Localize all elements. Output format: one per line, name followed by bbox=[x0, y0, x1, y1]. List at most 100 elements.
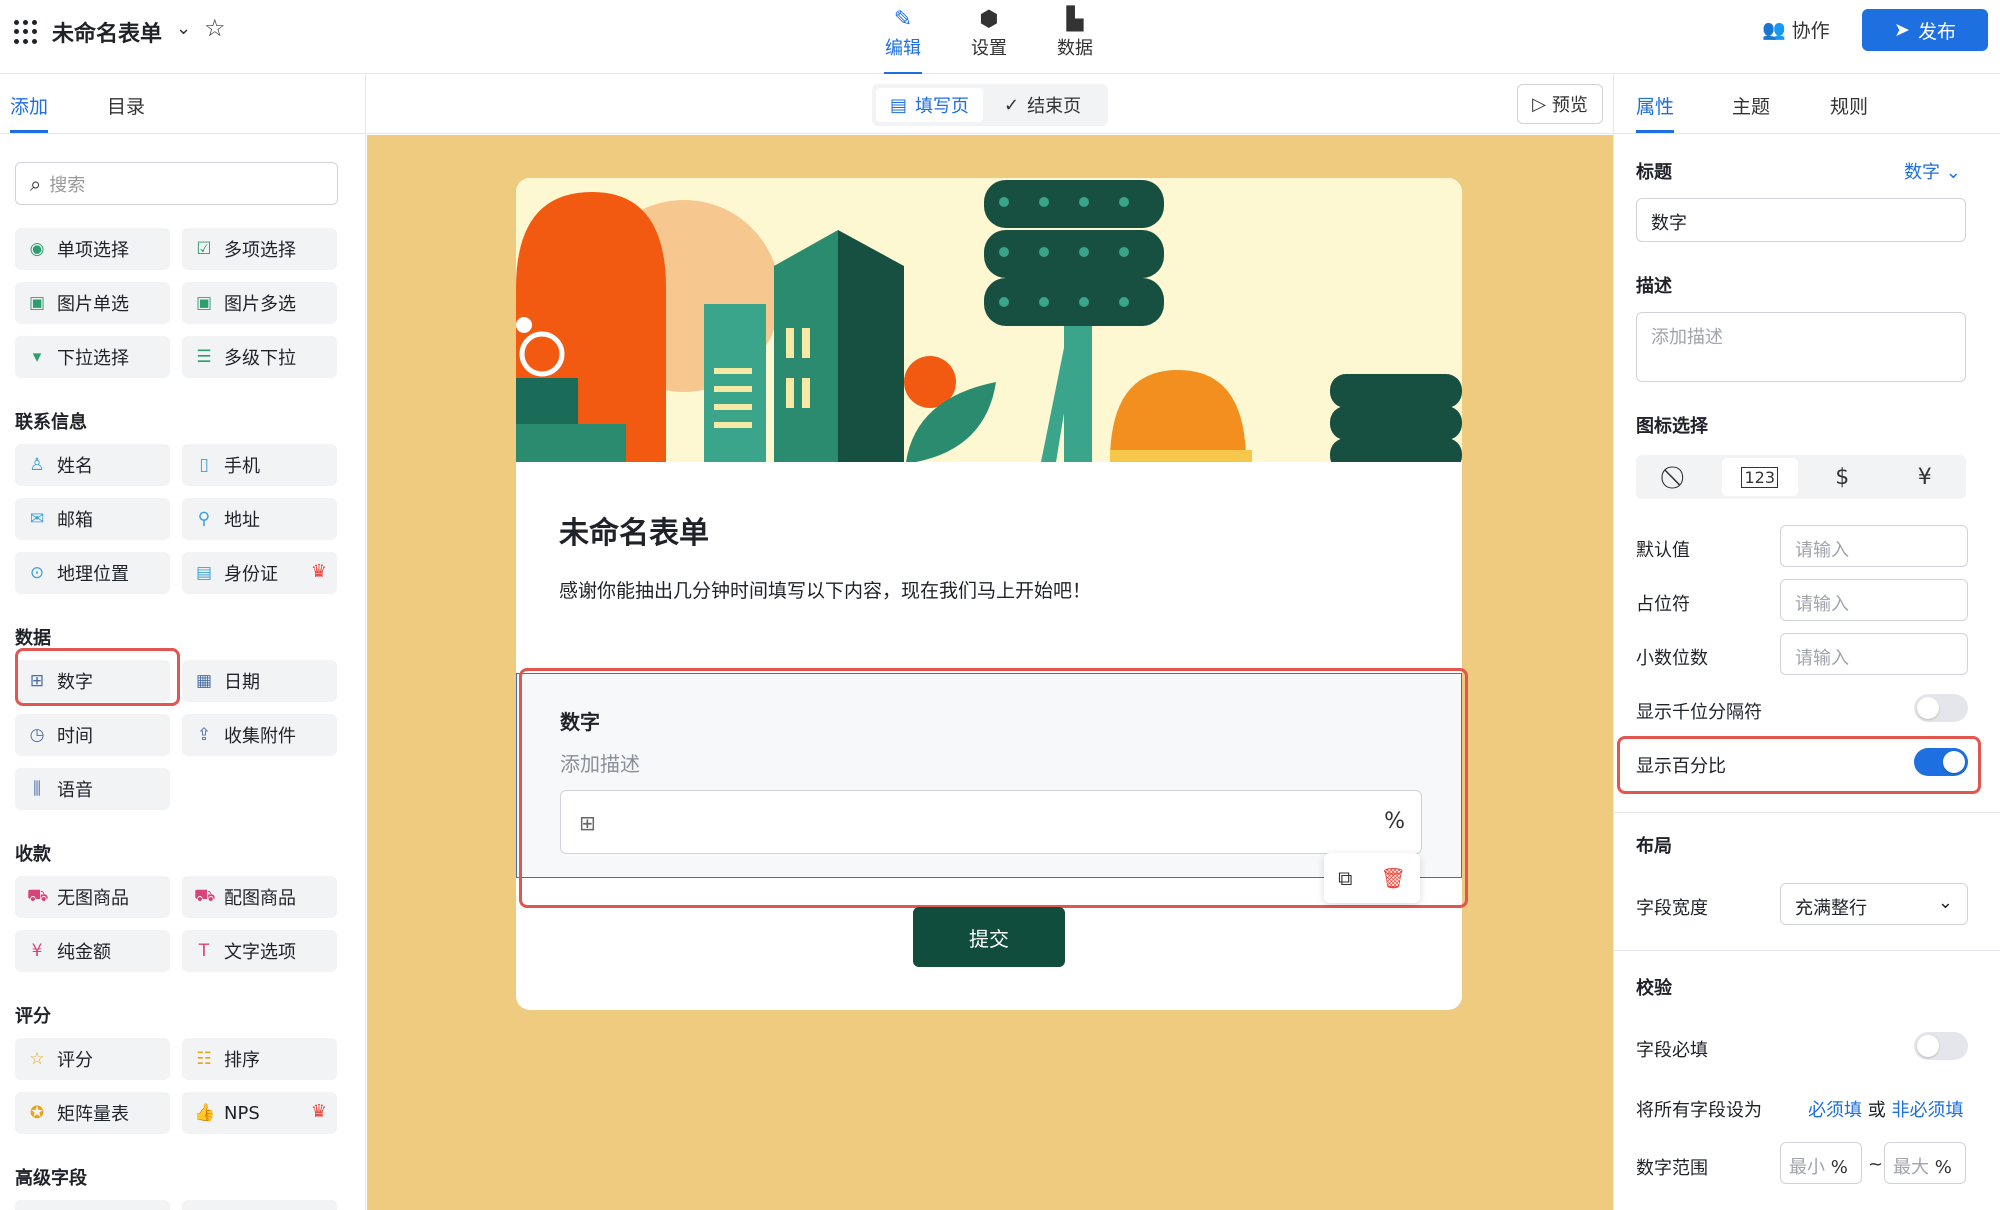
field-phone[interactable]: ▯ 手机 bbox=[182, 444, 337, 486]
dollar-icon-option[interactable]: $ bbox=[1804, 458, 1881, 496]
field-matrix[interactable]: ✪ 矩阵量表 bbox=[15, 1092, 170, 1134]
validation-label: 校验 bbox=[1636, 978, 1672, 999]
tab-edit[interactable]: ✎ 编辑 bbox=[860, 0, 946, 75]
field-image-single[interactable]: ▣ 图片单选 bbox=[15, 282, 170, 324]
field-text-option[interactable]: T 文字选项 bbox=[182, 930, 337, 972]
field-dropdown[interactable]: ▾ 下拉选择 bbox=[15, 336, 170, 378]
id-card-icon: ▤ bbox=[195, 563, 213, 583]
field-product-no-image[interactable]: ⛟ 无图商品 bbox=[15, 876, 170, 918]
field-location[interactable]: ⊙ 地理位置 bbox=[15, 552, 170, 594]
users-icon: 👥 bbox=[1762, 19, 1786, 41]
field-advanced-2[interactable] bbox=[182, 1200, 337, 1210]
matrix-star-icon: ✪ bbox=[29, 1103, 45, 1123]
field-type-select[interactable]: 数字 ⌄ bbox=[1904, 158, 1961, 184]
field-multi-choice[interactable]: ☑ 多项选择 bbox=[182, 228, 337, 270]
layout-label: 布局 bbox=[1636, 836, 1672, 857]
image-icon: ▣ bbox=[28, 293, 46, 313]
decimal-input[interactable]: 请输入 bbox=[1780, 633, 1968, 675]
mail-icon: ✉ bbox=[29, 509, 45, 529]
set-all-required-link[interactable]: 必须填 bbox=[1808, 1100, 1862, 1121]
width-select[interactable]: 充满整行 ⌄ bbox=[1780, 883, 1968, 925]
range-max-unit: % bbox=[1934, 1157, 1952, 1178]
field-label: 图片单选 bbox=[57, 294, 129, 315]
submit-label: 提交 bbox=[969, 926, 1009, 951]
width-select-value: 充满整行 bbox=[1795, 898, 1867, 919]
section-rating: 评分 bbox=[15, 1006, 51, 1027]
publish-button[interactable]: ➤ 发布 bbox=[1862, 9, 1988, 51]
yen-icon-option[interactable]: ¥ bbox=[1887, 458, 1964, 496]
field-id-card[interactable]: ▤ 身份证 ♛ bbox=[182, 552, 337, 594]
document-icon: ▤ bbox=[890, 94, 908, 116]
form-description[interactable]: 感谢你能抽出几分钟时间填写以下内容，现在我们马上开始吧！ bbox=[559, 576, 1091, 603]
delete-icon[interactable]: 🗑 bbox=[1381, 866, 1406, 890]
tab-add[interactable]: 添加 bbox=[10, 92, 48, 119]
range-max-input[interactable]: 最大 % bbox=[1884, 1142, 1966, 1184]
range-max-placeholder: 最大 bbox=[1893, 1157, 1929, 1178]
title-label: 标题 bbox=[1636, 162, 1672, 183]
top-bar: 未命名表单 ⌄ ☆ ✎ 编辑 ⬢ 设置 ▙ 数据 👥 协作 ➤ 发布 bbox=[0, 0, 2000, 75]
chevron-down-icon[interactable]: ⌄ bbox=[176, 18, 191, 39]
clock-icon: ◷ bbox=[29, 725, 45, 745]
copy-icon[interactable]: ⧉ bbox=[1338, 866, 1352, 890]
tab-theme[interactable]: 主题 bbox=[1732, 92, 1770, 119]
placeholder-input[interactable]: 请输入 bbox=[1780, 579, 1968, 621]
app-grid-icon[interactable] bbox=[14, 20, 38, 44]
field-image-multi[interactable]: ▣ 图片多选 bbox=[182, 282, 337, 324]
star-icon[interactable]: ☆ bbox=[204, 14, 226, 42]
field-attachment[interactable]: ⇪ 收集附件 bbox=[182, 714, 337, 756]
tab-outline[interactable]: 目录 bbox=[107, 92, 145, 119]
tab-settings[interactable]: ⬢ 设置 bbox=[946, 0, 1032, 74]
thousands-toggle[interactable] bbox=[1914, 694, 1968, 722]
collaborate-button[interactable]: 👥 协作 bbox=[1762, 16, 1830, 43]
tab-data[interactable]: ▙ 数据 bbox=[1032, 0, 1118, 74]
tab-rules[interactable]: 规则 bbox=[1830, 92, 1868, 119]
field-advanced-1[interactable] bbox=[15, 1200, 170, 1210]
field-address[interactable]: ⚲ 地址 bbox=[182, 498, 337, 540]
field-rank[interactable]: ☷ 排序 bbox=[182, 1038, 337, 1080]
field-voice[interactable]: ⫼ 语音 bbox=[15, 768, 170, 810]
field-score[interactable]: ☆ 评分 bbox=[15, 1038, 170, 1080]
preview-button[interactable]: ▷ 预览 bbox=[1517, 84, 1603, 124]
range-min-input[interactable]: 最小 % bbox=[1780, 1142, 1862, 1184]
no-icon-option[interactable]: ⃠ bbox=[1639, 458, 1716, 496]
form-title[interactable]: 未命名表单 bbox=[559, 508, 709, 552]
submit-button[interactable]: 提交 bbox=[913, 907, 1065, 967]
field-label: 配图商品 bbox=[224, 888, 296, 909]
check-circle-icon: ✓ bbox=[1004, 94, 1020, 116]
field-nps[interactable]: 👍 NPS ♛ bbox=[182, 1092, 337, 1134]
field-amount[interactable]: ¥ 纯金额 bbox=[15, 930, 170, 972]
yen-icon: ¥ bbox=[31, 941, 43, 961]
decimal-label: 小数位数 bbox=[1636, 648, 1708, 669]
tab-fill-page[interactable]: ▤ 填写页 bbox=[876, 88, 984, 122]
chevron-down-icon: ⌄ bbox=[1937, 892, 1953, 913]
field-cascade[interactable]: ☰ 多级下拉 bbox=[182, 336, 337, 378]
description-placeholder: 添加描述 bbox=[1651, 327, 1723, 348]
field-name[interactable]: ♙ 姓名 bbox=[15, 444, 170, 486]
field-time[interactable]: ◷ 时间 bbox=[15, 714, 170, 756]
tab-end-page[interactable]: ✓ 结束页 bbox=[990, 88, 1095, 122]
description-input[interactable]: 添加描述 bbox=[1636, 312, 1966, 382]
section-payment: 收款 bbox=[15, 844, 51, 865]
canvas-toolbar: ▤ 填写页 ✓ 结束页 ▷ 预览 bbox=[367, 74, 1613, 134]
active-tab-indicator bbox=[10, 130, 48, 133]
default-value-label: 默认值 bbox=[1636, 540, 1690, 561]
field-product-with-image[interactable]: ⛟ 配图商品 bbox=[182, 876, 337, 918]
field-single-choice[interactable]: ◉ 单项选择 bbox=[15, 228, 170, 270]
field-label: 手机 bbox=[224, 456, 260, 477]
field-date[interactable]: ▦ 日期 bbox=[182, 660, 337, 702]
dropdown-icon: ▾ bbox=[32, 347, 42, 367]
play-icon: ▷ bbox=[1532, 93, 1546, 115]
required-toggle[interactable] bbox=[1914, 1032, 1968, 1060]
number-icon-option[interactable]: 123 bbox=[1721, 458, 1798, 496]
default-value-input[interactable]: 请输入 bbox=[1780, 525, 1968, 567]
search-input[interactable]: ⌕ 搜索 bbox=[15, 162, 338, 205]
yen-icon: ¥ bbox=[1917, 464, 1932, 490]
phone-icon: ▯ bbox=[199, 455, 209, 475]
tab-properties[interactable]: 属性 bbox=[1636, 92, 1674, 119]
form-name[interactable]: 未命名表单 bbox=[52, 16, 162, 48]
waveform-icon: ⫼ bbox=[33, 779, 41, 799]
title-input[interactable]: 数字 bbox=[1636, 198, 1966, 242]
field-email[interactable]: ✉ 邮箱 bbox=[15, 498, 170, 540]
active-tab-indicator bbox=[1636, 130, 1674, 133]
set-all-optional-link[interactable]: 非必须填 bbox=[1891, 1100, 1963, 1121]
